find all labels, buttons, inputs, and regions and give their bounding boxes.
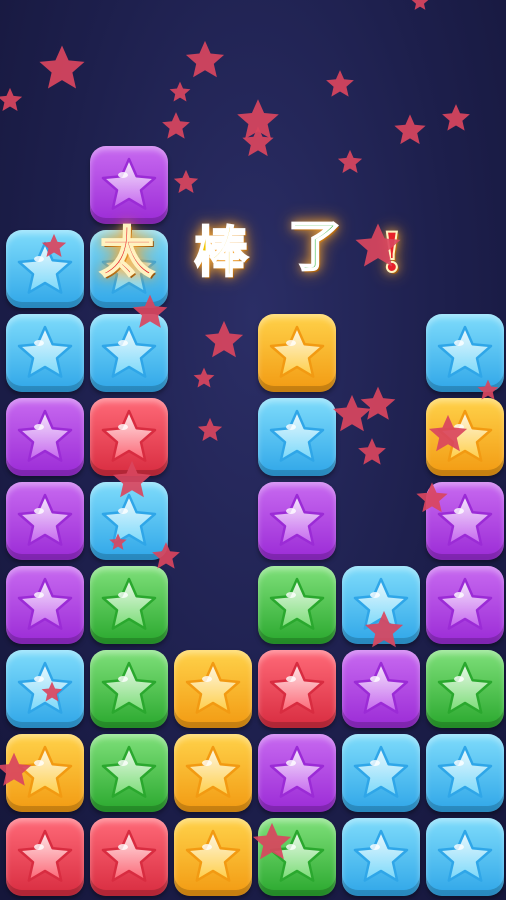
purple-star-tile[interactable]	[6, 566, 84, 644]
star-icon	[437, 745, 493, 798]
green-star-tile[interactable]	[90, 566, 168, 644]
purple-star-tile[interactable]	[426, 566, 504, 644]
banner-char-1: 太	[99, 220, 155, 284]
star-icon	[269, 577, 325, 630]
particle-star-icon	[185, 40, 225, 78]
particle-star-icon	[162, 112, 190, 139]
banner-char-3: 了	[287, 214, 343, 278]
particle-star-icon	[358, 438, 386, 465]
green-star-tile[interactable]	[258, 566, 336, 644]
star-icon	[269, 325, 325, 378]
star-icon	[101, 829, 157, 882]
particle-star-icon	[41, 681, 63, 702]
particle-star-icon	[169, 81, 191, 102]
particle-star-icon	[355, 223, 401, 267]
banner-char-2: 棒	[193, 220, 249, 284]
particle-star-icon	[416, 482, 448, 513]
blue-star-tile[interactable]	[342, 818, 420, 896]
particle-star-icon	[242, 126, 274, 157]
star-icon	[185, 829, 241, 882]
particle-star-icon	[109, 533, 127, 550]
star-icon	[269, 661, 325, 714]
particle-star-icon	[0, 752, 32, 786]
purple-star-tile[interactable]	[342, 650, 420, 728]
star-icon	[269, 493, 325, 546]
particle-star-icon	[360, 386, 396, 420]
star-icon	[437, 661, 493, 714]
blue-star-tile[interactable]	[426, 818, 504, 896]
red-star-tile[interactable]	[90, 818, 168, 896]
star-icon	[353, 829, 409, 882]
red-star-tile[interactable]	[6, 818, 84, 896]
purple-star-tile[interactable]	[6, 398, 84, 476]
particle-star-icon	[252, 822, 292, 860]
particle-star-icon	[428, 414, 468, 452]
blue-star-tile[interactable]	[426, 734, 504, 812]
star-icon	[437, 829, 493, 882]
purple-star-tile[interactable]	[6, 482, 84, 560]
yellow-star-tile[interactable]	[174, 650, 252, 728]
red-star-tile[interactable]	[258, 650, 336, 728]
star-icon	[269, 409, 325, 462]
particle-star-icon	[152, 542, 180, 569]
star-icon	[101, 577, 157, 630]
particle-star-icon	[173, 169, 199, 194]
particle-star-icon	[197, 417, 223, 442]
star-icon	[17, 493, 73, 546]
particle-star-icon	[132, 294, 168, 328]
particle-star-icon	[39, 45, 85, 89]
star-icon	[353, 745, 409, 798]
green-star-tile[interactable]	[90, 650, 168, 728]
particle-star-icon	[326, 70, 354, 97]
particle-star-icon	[411, 0, 429, 10]
green-star-tile[interactable]	[426, 650, 504, 728]
star-icon	[101, 745, 157, 798]
star-icon	[269, 745, 325, 798]
blue-star-tile[interactable]	[342, 734, 420, 812]
particle-star-icon	[364, 610, 404, 648]
star-icon	[437, 325, 493, 378]
particle-star-icon	[477, 379, 499, 400]
star-icon	[437, 577, 493, 630]
star-icon	[185, 745, 241, 798]
blue-star-tile[interactable]	[6, 314, 84, 392]
particle-star-icon	[337, 149, 363, 174]
star-icon	[17, 829, 73, 882]
particle-star-icon	[0, 87, 23, 112]
star-icon	[17, 325, 73, 378]
yellow-star-tile[interactable]	[174, 818, 252, 896]
star-icon	[101, 157, 157, 210]
yellow-star-tile[interactable]	[174, 734, 252, 812]
particle-star-icon	[112, 460, 152, 498]
green-star-tile[interactable]	[90, 734, 168, 812]
star-icon	[17, 409, 73, 462]
star-icon	[17, 577, 73, 630]
star-icon	[185, 661, 241, 714]
purple-star-tile[interactable]	[258, 734, 336, 812]
blue-star-tile[interactable]	[258, 398, 336, 476]
star-icon	[353, 661, 409, 714]
particle-star-icon	[41, 233, 67, 258]
star-icon	[101, 325, 157, 378]
star-icon	[101, 661, 157, 714]
purple-star-tile[interactable]	[258, 482, 336, 560]
particle-star-icon	[193, 367, 215, 388]
particle-star-icon	[442, 104, 470, 131]
yellow-star-tile[interactable]	[258, 314, 336, 392]
particle-star-icon	[394, 114, 426, 145]
particle-star-icon	[204, 320, 244, 358]
